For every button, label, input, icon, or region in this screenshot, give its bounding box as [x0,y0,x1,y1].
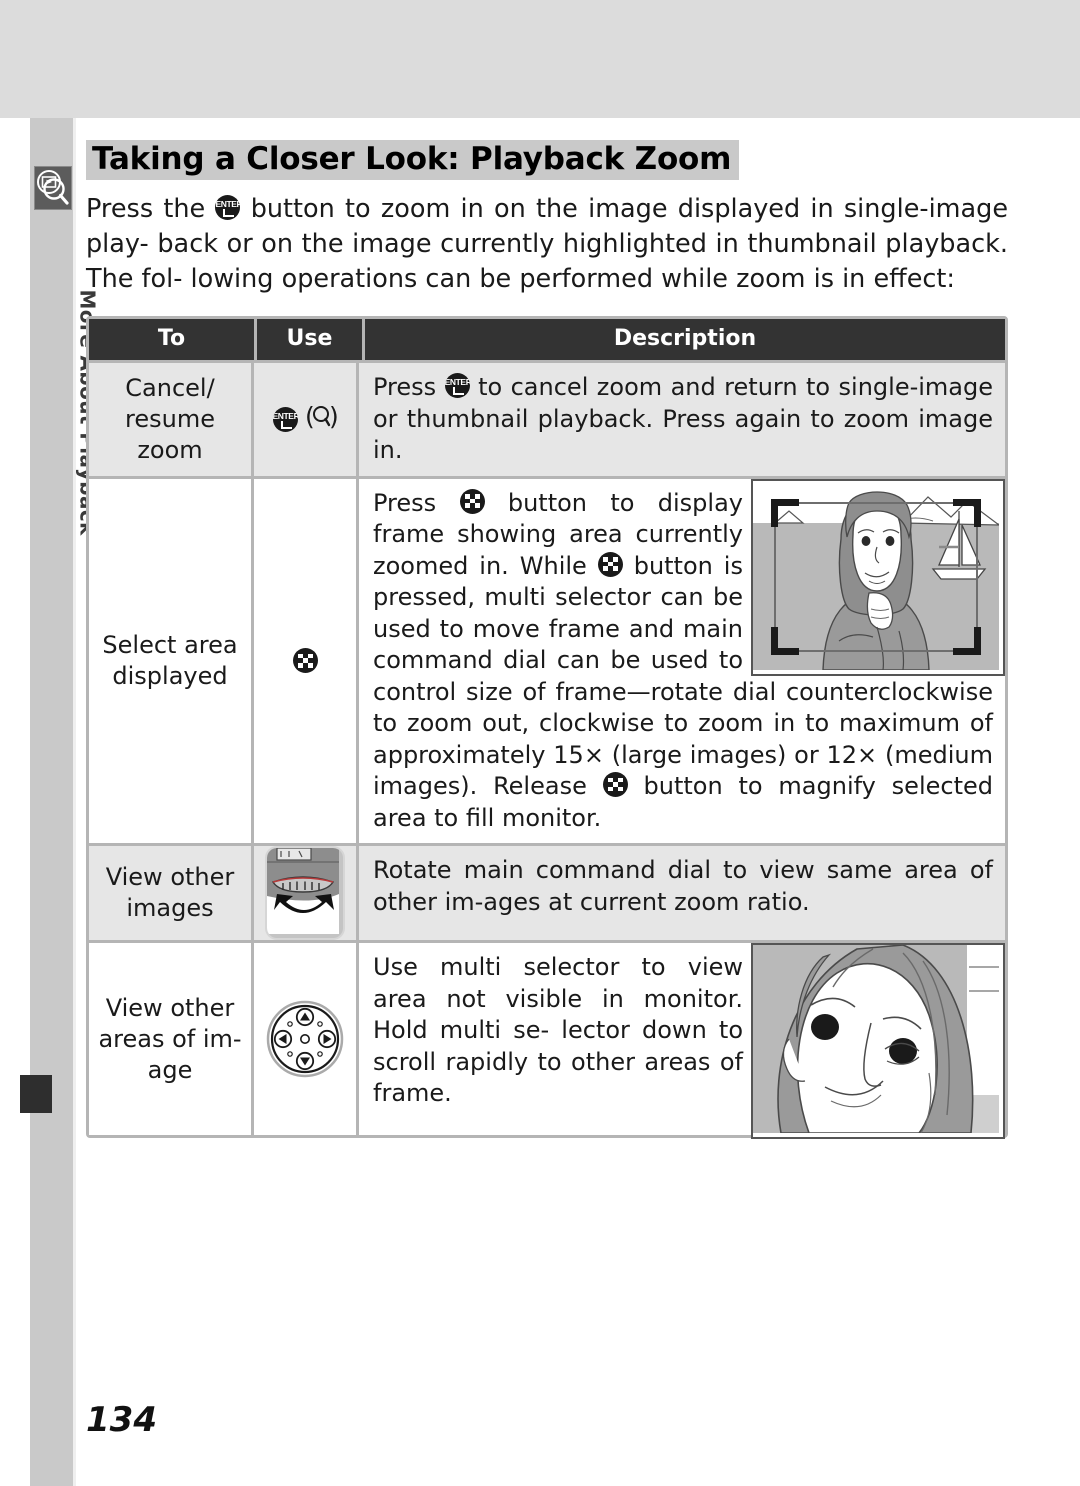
table-header-description: Description [365,319,1005,360]
row1-desc-part-a: Press [373,373,437,401]
row3-to-line1: View other [105,863,235,891]
page-number: 134 [86,1400,157,1440]
row4-to-line3: age [147,1055,193,1084]
row2-description: Press button to display frame showing ar… [359,478,1005,843]
enter-button-icon: ENTER [444,373,470,398]
table-row: Select area displayed Press button to di… [89,475,1005,843]
table-row: Cancel/ resume zoom ENTER ( ) Press ENTE… [89,360,1005,476]
table-row: View other areas of im- age Use multi se… [89,940,1005,1139]
thumbnail-button-icon [597,551,623,577]
table-header-row: To Use Description [89,319,1005,360]
table-row: View other images Rotate main command di… [89,843,1005,940]
row1-to-line1: Cancel/ [125,373,215,402]
row-label-view-other-areas: View other areas of im- age [89,943,254,1135]
row4-to-line1: View other [105,993,235,1022]
row4-to-line2: areas of im- [98,1024,242,1053]
row2-use-icons [254,478,359,843]
table-header-to: To [89,319,257,360]
chapter-tab: More About Playback [30,118,100,1486]
row4-description: Use multi selector to view area not visi… [359,943,1005,1139]
row2-to-line1: Select area [102,630,238,659]
intro-line-3: lowing operations can be performed while… [190,264,956,294]
page-title: Taking a Closer Look: Playback Zoom [86,140,740,181]
woman-face-closeup-illustration [751,943,1005,1139]
row-label-select-area-displayed: Select area displayed [89,478,254,843]
enter-button-icon: ENTER [272,406,298,432]
row1-description: Press ENTER to cancel zoom and return to… [359,363,1005,476]
svg-text:(: ( [305,402,315,431]
row3-to-line2: images [126,894,214,922]
row2-desc-4a: While [519,551,587,580]
svg-text:): ) [329,402,338,431]
multi-selector-icon [265,999,345,1079]
playback-zoom-operations-table: To Use Description Cancel/ resume zoom E… [86,316,1008,1139]
enter-button-icon: ENTER [215,195,241,220]
magnifier-paren-icon: ( ) [304,400,339,438]
intro-text-before: Press the [86,194,206,224]
row3-desc-2: ages at current zoom ratio. [483,887,810,916]
woman-with-crop-frame-illustration [751,478,1005,676]
thumbnail-button-icon [459,488,485,514]
table-header-use: Use [257,319,365,360]
thumbnail-button-icon [602,772,628,797]
intro-paragraph: Press the ENTER button to zoom in on the… [86,192,1008,297]
row1-desc-part-c: thumbnail playback. Press again to zoom … [373,404,993,465]
row3-use-icons [254,846,359,940]
row4-use-icons [254,943,359,1135]
row1-to-line2: resume zoom [125,404,215,464]
row-label-cancel-resume-zoom: Cancel/ resume zoom [89,363,254,476]
row1-use-icons: ENTER ( ) [254,363,359,476]
page-top-band [0,0,1080,118]
row2-desc-1: Press [373,488,437,517]
main-command-dial-icon [265,846,345,940]
row-label-view-other-images: View other images [89,846,254,940]
row2-desc-10b: button [643,772,723,800]
row3-description: Rotate main command dial to view same ar… [359,846,1005,940]
thumbnail-button-icon [292,648,318,674]
row2-to-line2: displayed [112,661,228,690]
